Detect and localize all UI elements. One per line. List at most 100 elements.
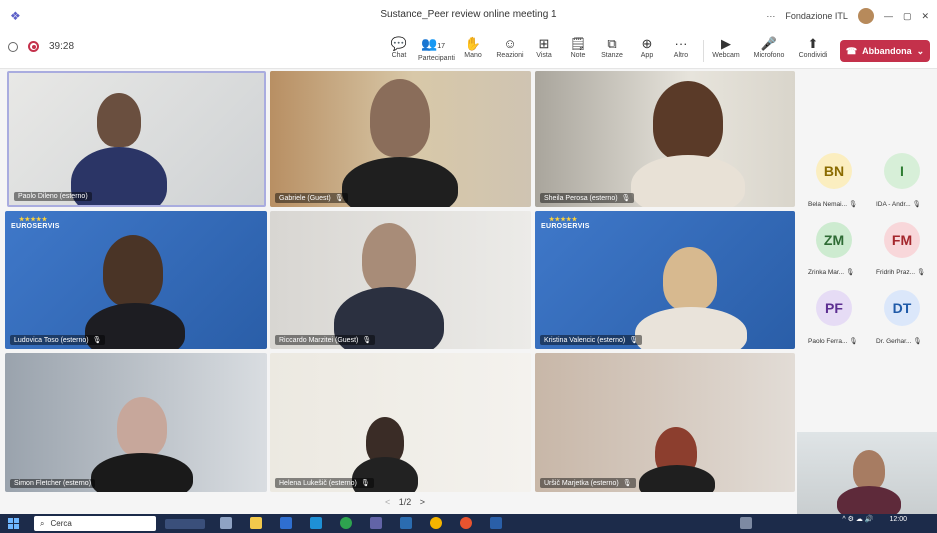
avatar[interactable]: PF [816,290,852,326]
participant-name: Ludovica Toso (esterno) 🎙 [10,335,106,345]
participant-name: Simon Fletcher (esterno) [10,479,96,488]
add-icon: ⊕ [641,36,653,51]
mic-icon: 🎙 [360,480,370,487]
participant-video [97,93,141,147]
euroservis-logo: ★★★★★ EUROSERVIS [541,217,590,230]
leave-button[interactable]: ☎ Abbandona ⌄ [840,40,930,62]
user-avatar[interactable] [857,8,874,24]
participant-video [663,247,717,311]
close-button[interactable]: ✕ [921,11,929,22]
toolbar-divider [703,40,704,62]
taskbar-search[interactable]: ⌕ Cerca [34,516,156,531]
apps-button[interactable]: ⊕ App [632,36,662,59]
mic-icon: 🎙 [622,480,632,487]
notes-button[interactable]: 🗒 Note [563,36,593,59]
display-icon[interactable] [740,517,752,529]
raise-hand-button[interactable]: ✋ Mano [458,36,488,59]
avatar[interactable]: FM [884,222,920,258]
mic-icon: 🎙 [92,337,102,344]
task-view-icon[interactable] [220,517,232,529]
store-icon[interactable] [280,517,292,529]
video-tile[interactable]: Sheila Perosa (esterno) 🎙 [535,71,795,207]
share-button[interactable]: ⬆ Condividi [795,36,831,59]
firefox-icon[interactable] [460,517,472,529]
page-indicator: 1/2 [398,497,412,507]
video-tile[interactable]: ★★★★★ EUROSERVIS Kristina Valencic (ester… [535,211,795,349]
avatar-name: Fridrih Praz... 🎙 [876,269,926,276]
windows-taskbar: ⌕ Cerca ^ ⚙ ☁ 🔊 12:00 [0,514,937,533]
word-icon[interactable] [490,517,502,529]
maximize-button[interactable]: ▢ [903,11,912,22]
weather-widget[interactable] [165,519,205,529]
mic-icon: 🎙 [913,338,922,345]
meeting-toolbar: 39:28 💬 Chat 👥17 Partecipanti ✋ Mano ☺ Reazi… [0,33,937,69]
mail-icon[interactable] [310,517,322,529]
webcam-button[interactable]: ▶ Webcam [711,36,741,59]
camera-icon: ▶ [721,36,731,51]
mic-icon: 🎙 [848,201,858,208]
more-icon: ··· [674,36,688,51]
avatar[interactable]: DT [884,290,920,326]
smile-icon: ☺ [503,36,517,51]
self-video-preview[interactable] [797,432,937,514]
avatar[interactable]: I [884,153,920,189]
avatar-name: IDA - Andr... 🎙 [876,201,921,208]
participant-name: Sheila Perosa (esterno) 🎙 [540,193,635,203]
grid-icon: ⊞ [538,36,550,51]
rooms-icon: ⧉ [607,36,617,51]
avatar-name: Zrinka Mar... 🎙 [808,269,855,276]
avatar-name: Paolo Ferra... 🎙 [808,338,858,345]
participants-button[interactable]: 👥17 Partecipanti [418,36,455,62]
mic-icon: 🎙 [916,269,926,276]
participant-name: Riccardo Marzitei (Guest) 🎙 [275,335,376,345]
video-tile[interactable]: Riccardo Marzitei (Guest) 🎙 [270,211,531,349]
chat-button[interactable]: 💬 Chat [384,36,414,59]
chrome-icon[interactable] [430,517,442,529]
hand-icon: ✋ [464,36,482,51]
participant-video [117,397,167,457]
video-tile[interactable]: Simon Fletcher (esterno) [5,353,267,492]
share-icon: ⬆ [807,36,819,51]
recording-icon [28,41,39,52]
clock-time: 12:00 [889,516,907,523]
mic-icon: 🎙 [912,201,921,208]
previous-page-button[interactable]: < [385,497,390,507]
mic-off-icon: 🎤 [760,36,778,51]
outlook-icon[interactable] [400,517,412,529]
view-button[interactable]: ⊞ Vista [529,36,559,59]
more-button[interactable]: ··· Altro [666,36,696,59]
avatar[interactable]: BN [816,153,852,189]
phone-hangup-icon: ☎ [845,45,858,56]
teams-icon[interactable] [370,517,382,529]
video-tile[interactable]: Gabriele (Guest) 🎙 [270,71,531,207]
participant-name: Helena Lukešič (esterno) 🎙 [275,478,374,488]
video-tile[interactable]: Uršič Marjetka (esterno) 🎙 [535,353,795,492]
avatar-name: Bela Nemai... 🎙 [808,201,858,208]
video-tile[interactable]: ★★★★★ EUROSERVIS Ludovica Toso (esterno) 🎙 [5,211,267,349]
rooms-button[interactable]: ⧉ Stanze [597,36,627,59]
avatar-name: Dr. Gerhar... 🎙 [876,338,922,345]
mic-icon: 🎙 [334,195,344,202]
chevron-down-icon: ⌄ [916,45,925,56]
edge-icon[interactable] [340,517,352,529]
participant-name: Uršič Marjetka (esterno) 🎙 [540,478,636,488]
next-page-button[interactable]: > [420,497,425,507]
participant-video [370,79,430,157]
avatar[interactable]: ZM [816,222,852,258]
shield-icon [8,41,18,52]
gallery-pager: < 1/2 > [370,497,440,507]
organization-name[interactable]: Fondazione ITL [785,11,848,21]
windows-start-icon[interactable] [8,518,19,529]
people-icon: 👥17 [421,36,445,51]
minimize-button[interactable]: — [884,11,893,21]
participant-video [362,223,416,293]
video-tile[interactable]: Helena Lukešič (esterno) 🎙 [270,353,531,492]
file-explorer-icon[interactable] [250,517,262,529]
system-tray[interactable]: ^ ⚙ ☁ 🔊 12:00 [842,516,907,524]
reactions-button[interactable]: ☺ Reazioni [495,36,525,59]
microphone-button[interactable]: 🎤 Microfono [751,36,787,59]
title-bar-controls: ··· Fondazione ITL — ▢ ✕ [766,8,929,24]
participants-count: 17 [437,43,445,50]
video-tile[interactable]: Paolo Dileno (esterno) [7,71,266,207]
more-options-button[interactable]: ··· [766,11,775,21]
